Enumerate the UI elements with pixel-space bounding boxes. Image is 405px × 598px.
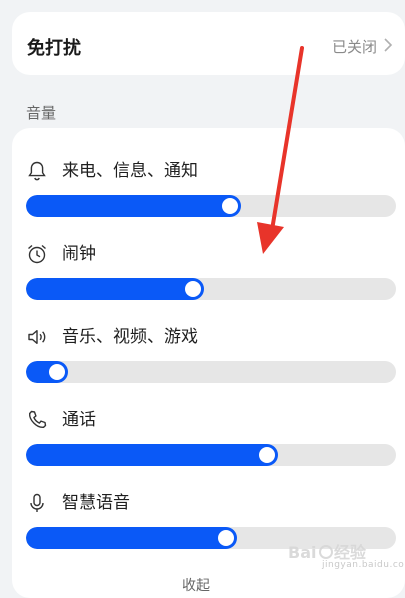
volume-item-label: 智慧语音: [62, 493, 130, 513]
volume-slider-track[interactable]: [26, 195, 396, 217]
volume-slider-fill: [26, 444, 278, 466]
volume-slider-fill: [26, 195, 241, 217]
volume-slider-thumb[interactable]: [259, 447, 275, 463]
volume-item-label: 闹钟: [62, 244, 96, 264]
do-not-disturb-status: 已关闭: [331, 38, 377, 56]
chevron-right-icon: [384, 38, 393, 52]
volume-slider-thumb[interactable]: [49, 364, 65, 380]
volume-slider-thumb[interactable]: [218, 530, 234, 546]
watermark-url: jingyan.baidu.com: [322, 560, 405, 570]
volume-slider-thumb[interactable]: [185, 281, 201, 297]
do-not-disturb-title: 免打扰: [27, 38, 81, 59]
volume-slider-fill: [26, 278, 204, 300]
baidu-jingyan-watermark-logo: Bai 经验: [288, 543, 367, 562]
svg-text:Bai: Bai: [288, 543, 316, 562]
volume-item-notifications: 来电、信息、通知: [12, 160, 405, 240]
volume-slider-track[interactable]: [26, 361, 396, 383]
volume-item-label: 通话: [62, 410, 96, 430]
volume-item-call: 通话: [12, 409, 405, 489]
volume-slider-thumb[interactable]: [222, 198, 238, 214]
volume-item-label: 音乐、视频、游戏: [62, 327, 198, 347]
alarm-clock-icon: [28, 244, 46, 264]
volume-card: 来电、信息、通知 闹钟 音乐、视频、游戏 通话 智慧语音: [12, 128, 405, 598]
volume-item-label: 来电、信息、通知: [62, 161, 198, 181]
volume-slider-track[interactable]: [26, 278, 396, 300]
volume-slider-track[interactable]: [26, 444, 396, 466]
collapse-button[interactable]: 收起: [182, 575, 210, 595]
volume-section-heading: 音量: [26, 104, 57, 122]
bell-icon: [28, 161, 46, 181]
speaker-icon: [28, 330, 46, 344]
do-not-disturb-row[interactable]: 免打扰 已关闭: [12, 12, 405, 75]
volume-item-alarm: 闹钟: [12, 243, 405, 323]
microphone-icon: [30, 493, 44, 512]
phone-icon: [28, 410, 47, 429]
volume-item-media: 音乐、视频、游戏: [12, 326, 405, 406]
volume-slider-fill: [26, 527, 237, 549]
